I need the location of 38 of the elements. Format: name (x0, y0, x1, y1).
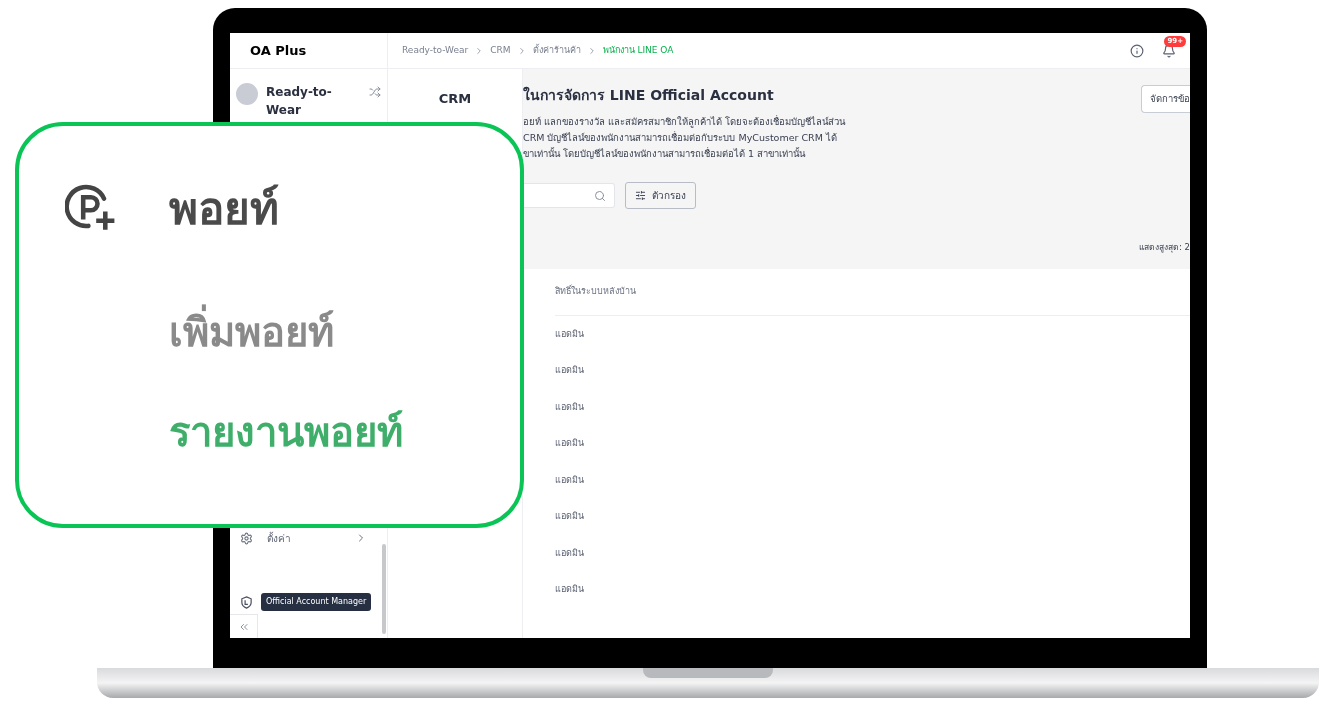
description-text: ขาเท่านั้น โดยบัญชีไลน์ของพนักงานสามารถเชื่อมต่อได้ 1 สาขาเท่านั้น (523, 146, 807, 161)
table-cell: แอดมิน (555, 546, 584, 560)
table-cell-text: แอดมิน (555, 437, 584, 450)
table-cell-text: แอดมิน (555, 583, 584, 596)
scrollbar[interactable] (382, 544, 386, 634)
info-icon[interactable] (1130, 43, 1144, 58)
app-logo: OA Plus (250, 41, 307, 60)
breadcrumb-link[interactable]: พนักงาน LINE OA (602, 43, 674, 58)
sidebar-item[interactable]: ตั้งค่า (230, 526, 387, 550)
tooltip: Official Account Manager (261, 593, 372, 611)
search-field[interactable] (523, 183, 615, 208)
description-text: CRM บัญชีไลน์ของพนักงานสามารถเชื่อมต่อกับระบบ MyCustomer CRM ได้ (523, 130, 838, 145)
table-cell-text: แอดมิน (555, 510, 584, 523)
breadcrumb-link[interactable]: ตั้งค่าร้านค้า (532, 43, 581, 58)
sliders-icon (635, 190, 646, 201)
settings-icon (240, 531, 253, 545)
search-icon (594, 189, 606, 202)
filter-button[interactable]: ตัวกรอง (625, 182, 696, 209)
breadcrumb-link[interactable]: CRM (490, 43, 511, 58)
table-cell: แอดมิน (555, 327, 584, 341)
page-title: ในการจัดการ LINE Official Account (523, 85, 775, 105)
menu-item[interactable]: เพิ่มพอยท์ (169, 302, 520, 362)
shield-icon[interactable] (240, 595, 253, 609)
table-cell: แอดมิน (555, 473, 584, 487)
breadcrumb-link[interactable]: Ready-to-Wear (402, 43, 469, 58)
shuffle-icon[interactable] (369, 86, 381, 98)
description-text: อยท์ แลกของรางวัล และสมัครสมาชิกให้ลูกค้าได้ โดยจะต้องเชื่อมบัญชีไลน์ส่วน (523, 114, 847, 130)
column-header: สิทธิ์ในระบบหลังบ้าน (555, 285, 636, 299)
avatar (236, 83, 258, 105)
max-display-label: แสดงสูงสุด: 2 (1139, 241, 1190, 255)
table-cell: แอดมิน (555, 400, 584, 414)
menu-title: พอยท์ (169, 182, 279, 236)
manage-button[interactable]: จัดการข้อ (1141, 85, 1190, 113)
table-cell-text: แอดมิน (555, 364, 584, 377)
collapse-button[interactable] (230, 614, 258, 638)
shop-name: Ready-to-Wear (266, 84, 333, 119)
subnav-title: CRM (438, 90, 472, 108)
menu-item[interactable]: รายงานพอยท์ (169, 402, 520, 462)
